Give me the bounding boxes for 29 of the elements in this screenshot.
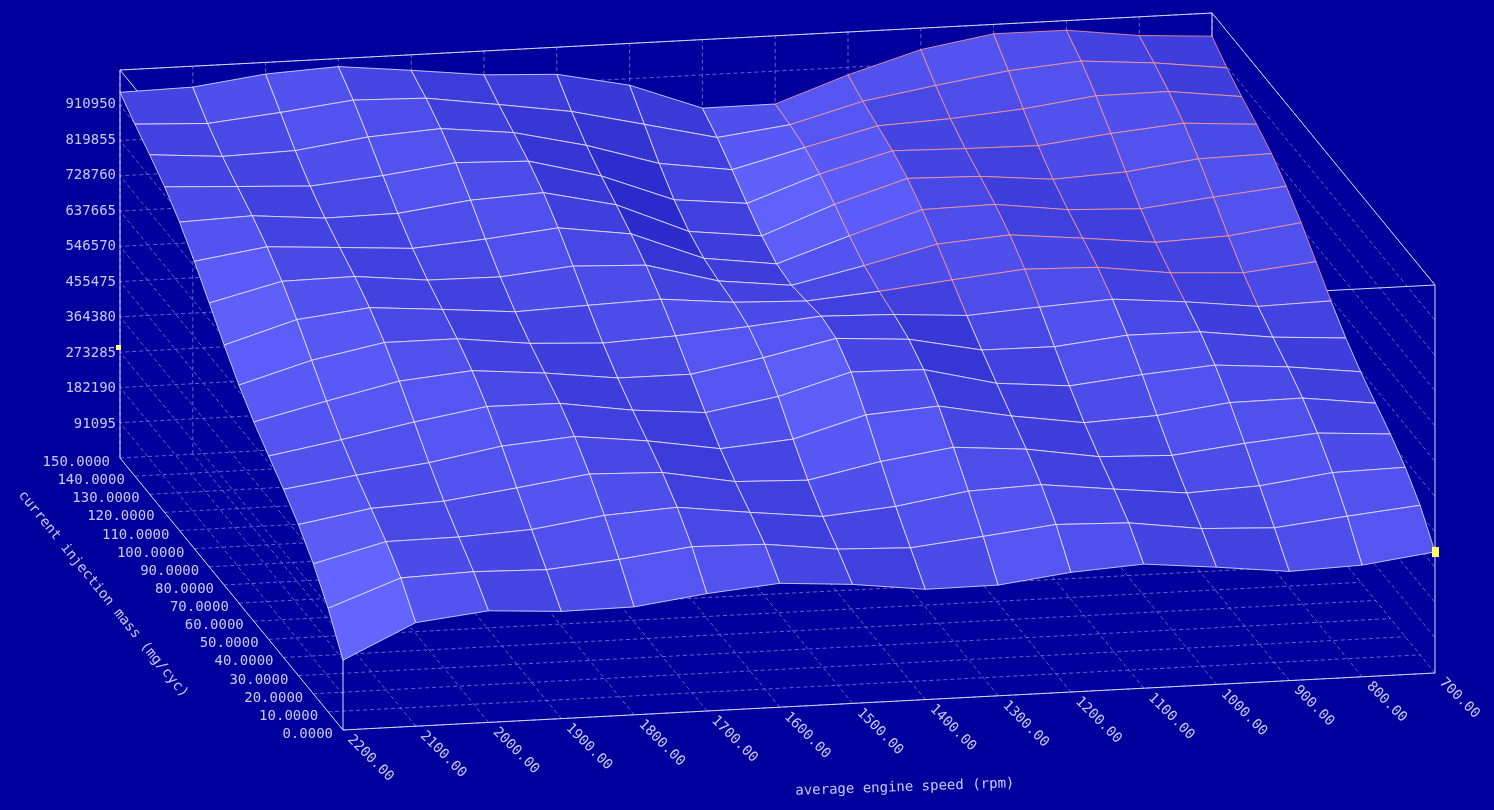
mass-tick-label: 90.0000 (140, 561, 200, 578)
cursor-marker (1432, 547, 1439, 557)
z-tick-label: 728760 (65, 166, 116, 182)
mass-tick-label: 110.0000 (102, 525, 170, 542)
z-tick-label: 364380 (65, 308, 116, 324)
mass-tick-label: 100.0000 (116, 543, 185, 560)
z-tick-label: 273285 (65, 343, 116, 360)
mass-tick-label: 20.0000 (244, 688, 304, 705)
z-tick-label: 910950 (65, 95, 116, 111)
mass-tick-label: 50.0000 (199, 634, 259, 651)
mass-tick-label: 60.0000 (184, 616, 244, 633)
mass-tick-label: 10.0000 (259, 706, 319, 723)
z-tick-label: 455475 (65, 272, 116, 289)
axis-title: average engine speed (rpm) (795, 774, 1015, 798)
mass-tick-label: 70.0000 (169, 598, 229, 615)
z-tick-label: 546570 (65, 237, 116, 253)
cursor-marker (116, 345, 121, 350)
mass-tick-label: 150.0000 (42, 453, 110, 469)
mass-tick-label: 130.0000 (72, 489, 140, 506)
z-tick-label: 819855 (65, 130, 116, 147)
mass-tick-label: 40.0000 (214, 652, 274, 669)
mass-tick-label: 120.0000 (87, 507, 155, 524)
z-tick-label: 91095 (73, 414, 116, 431)
mass-tick-label: 140.0000 (57, 471, 125, 488)
z-tick-label: 637665 (65, 201, 116, 218)
mass-tick-label: 0.0000 (282, 725, 333, 741)
mass-tick-label: 80.0000 (155, 579, 215, 596)
mass-tick-label: 30.0000 (229, 670, 289, 687)
z-tick-label: 182190 (65, 379, 116, 395)
